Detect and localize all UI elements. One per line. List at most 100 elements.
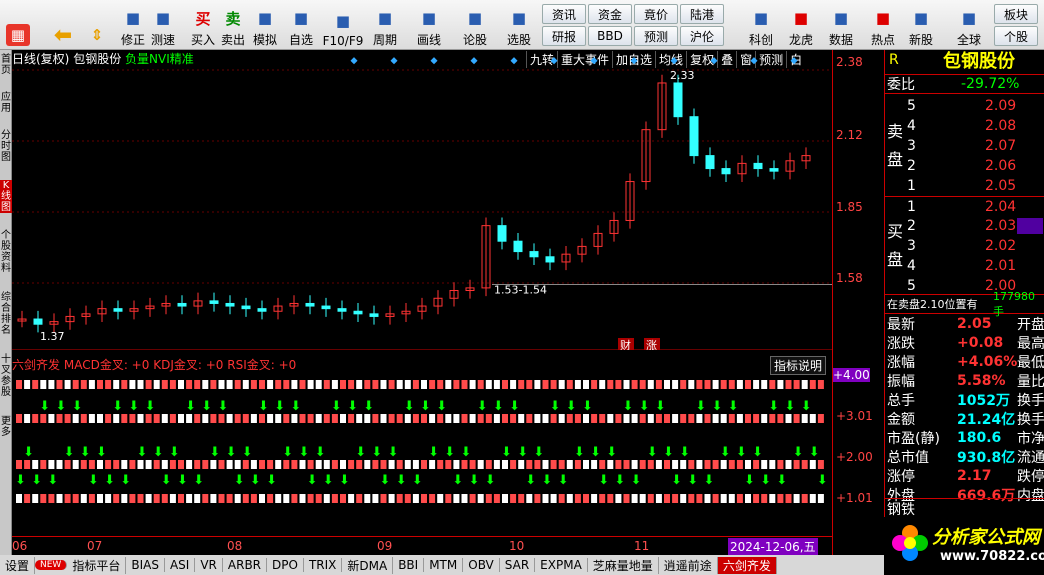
quick-button[interactable]: BBD [588, 26, 632, 46]
indicator-cell [372, 414, 379, 423]
indicator-cell [372, 494, 379, 503]
indicator-cell [340, 494, 346, 503]
indicator-tab[interactable]: OBV [463, 558, 500, 572]
indicator-cell [202, 380, 209, 389]
ask-row[interactable]: 4 2.08 [885, 116, 1044, 136]
indicator-tab[interactable]: ASI [165, 558, 196, 572]
app-menu-icon[interactable]: ▦ [4, 2, 32, 48]
indicator-cell [437, 380, 444, 389]
indicator-cell [412, 414, 419, 423]
quick-button[interactable]: 陆港 [680, 4, 724, 24]
left-tab[interactable]: 分时图 [0, 130, 12, 163]
indicator-cell [161, 414, 168, 423]
back-button[interactable]: ⬅ [50, 2, 76, 48]
indicator-tab[interactable]: TRIX [304, 558, 343, 572]
indicator-tab[interactable]: ARBR [223, 558, 268, 572]
ask-row[interactable]: 3 2.07 [885, 136, 1044, 156]
kline-chart[interactable]: 日线(复权) 包钢股份 负量NVI精准 九转重大事件加自选均线复权叠窗预测白 2… [12, 50, 832, 350]
indicator-tab[interactable]: DPO [267, 558, 304, 572]
indicator-cell [323, 414, 330, 423]
toolbar-clock-button[interactable]: ■ 周期 [368, 2, 402, 48]
left-tab[interactable]: 更多 [0, 416, 12, 438]
toolbar-select-button[interactable]: ■ 选股 [502, 2, 536, 48]
left-tab[interactable]: 十叉参股 [0, 354, 12, 398]
indicator-tab[interactable]: 芝麻量地量 [588, 556, 659, 574]
indicator-cell [340, 460, 346, 469]
bid-row[interactable]: 4 2.01 [885, 256, 1044, 276]
indicator-cell [291, 380, 298, 389]
indicator-tab[interactable]: MTM [424, 558, 464, 572]
left-tab[interactable]: 首页 [0, 54, 12, 76]
indicator-cell [121, 494, 128, 503]
indicator-cell [396, 380, 403, 389]
quick-button[interactable]: 研报 [542, 26, 586, 46]
toolbar-star-button[interactable]: ■ 自选 [284, 2, 318, 48]
toolbar-newstock-button[interactable]: ■ 新股 [904, 2, 938, 48]
toolbar-edit-button[interactable]: ■ 修正 [116, 2, 150, 48]
indicator-cell [672, 414, 679, 423]
toolbar-label: 买入 [190, 33, 215, 47]
bid-row[interactable]: 1 2.04 [885, 196, 1044, 216]
left-tab[interactable]: 综合排名 [0, 292, 12, 336]
indicator-cell [655, 414, 662, 423]
indicator-tab[interactable]: BIAS [126, 558, 165, 572]
indicator-tab[interactable]: VR [195, 558, 223, 572]
toolbar-discuss-button[interactable]: ■ 论股 [458, 2, 492, 48]
arrow-down-icon: ⬇ [347, 399, 358, 414]
indicator-cell [404, 414, 411, 423]
signal-diamond [550, 57, 558, 65]
toolbar-f10-button[interactable]: ■ F10/F9 [323, 2, 364, 48]
up-down-button[interactable]: ⇕ [86, 2, 108, 48]
toolbar-speed-button[interactable]: ■ 测速 [146, 2, 180, 48]
left-tab[interactable]: 个股资料 [0, 230, 12, 274]
bid-row[interactable]: 3 2.02 [885, 236, 1044, 256]
toolbar-hot-button[interactable]: ■ 热点 [866, 2, 900, 48]
indicator-tab[interactable]: 六剑齐发 [717, 556, 777, 574]
left-tab[interactable]: K线图 [0, 180, 12, 213]
indicator-tab[interactable]: 逍遥前途 [659, 556, 718, 574]
signal-diamond [430, 57, 438, 65]
indicator-cell [210, 380, 217, 389]
candle-body [753, 162, 763, 170]
indicator-cell [64, 460, 71, 469]
left-tab[interactable]: 应用 [0, 92, 12, 114]
indicator-cell [445, 380, 452, 389]
new-badge[interactable]: NEW [35, 560, 68, 570]
indicator-cell [745, 460, 751, 469]
ask-row[interactable]: 2 2.06 [885, 156, 1044, 176]
toolbar-dragon-button[interactable]: ■ 龙虎 [784, 2, 818, 48]
indicator-cell [364, 380, 371, 389]
quick-button[interactable]: 竟价 [634, 4, 678, 24]
toolbar-sell-button[interactable]: 卖卖出 [216, 2, 250, 48]
indicator-tab[interactable]: EXPMA [535, 558, 588, 572]
toolbar-kechuang-button[interactable]: ■ 科创 [744, 2, 778, 48]
indicator-tab[interactable]: SAR [500, 558, 536, 572]
ask-row[interactable]: 5 2.09 [885, 96, 1044, 116]
indicator-tab[interactable]: 设置 [0, 556, 36, 574]
indicator-cell [728, 414, 735, 423]
ask-row[interactable]: 1 2.05 [885, 176, 1044, 196]
toolbar-pen-button[interactable]: ■ 画线 [412, 2, 446, 48]
quick-button[interactable]: 资讯 [542, 4, 586, 24]
toolbar-data-button[interactable]: ■ 数据 [824, 2, 858, 48]
indicator-cell [680, 460, 687, 469]
indicator-tab[interactable]: 新DMA [342, 556, 394, 574]
bid-highlight [1017, 218, 1043, 234]
stat-value: +0.08 [957, 335, 1004, 351]
toolbar-globe-button[interactable]: ■ 全球 [952, 2, 986, 48]
bid-row[interactable]: 2 2.03 [885, 216, 1044, 236]
toolbar-buy-button[interactable]: 买买入 [186, 2, 220, 48]
quick-button[interactable]: 个股 [994, 26, 1038, 46]
toolbar-hammer-button[interactable]: ■ 模拟 [248, 2, 282, 48]
indicator-cell [817, 380, 824, 389]
indicator-cell [485, 460, 492, 469]
quick-button[interactable]: 预测 [634, 26, 678, 46]
indicator-cell [720, 414, 727, 423]
sector-row[interactable]: 钢铁 [885, 498, 1044, 518]
quick-button[interactable]: 沪伦 [680, 26, 724, 46]
quick-button[interactable]: 板块 [994, 4, 1038, 24]
quick-button[interactable]: 资金 [588, 4, 632, 24]
indicator-tab[interactable]: BBI [393, 558, 425, 572]
indicator-tab[interactable]: 指标平台 [67, 556, 127, 574]
price-tick: 2.12 [836, 128, 863, 142]
